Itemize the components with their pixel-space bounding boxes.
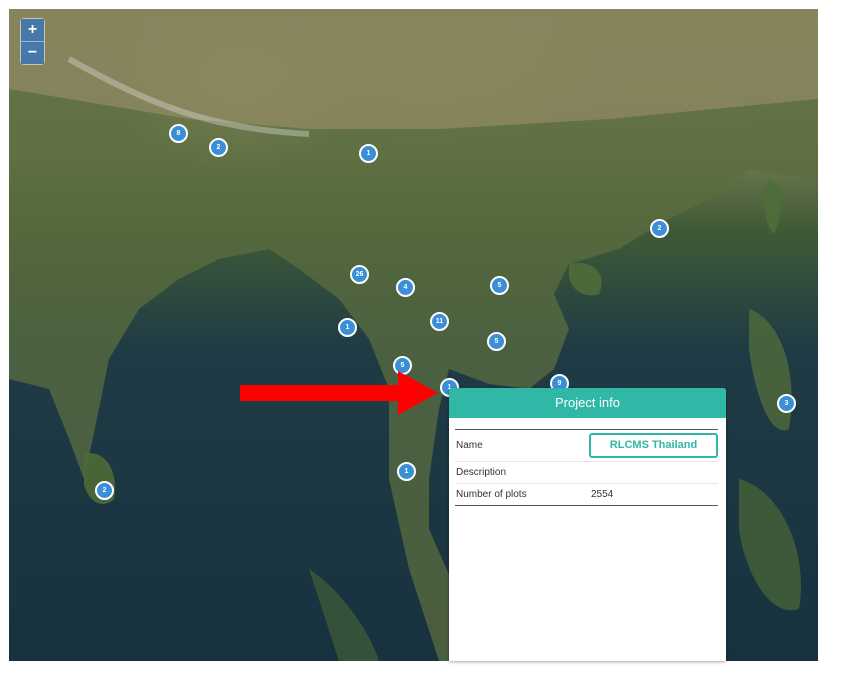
project-name-label: Name	[456, 440, 483, 451]
plot-cluster-marker[interactable]: 1	[338, 318, 357, 337]
plot-cluster-marker[interactable]: 5	[490, 276, 509, 295]
project-plots-label: Number of plots	[456, 489, 527, 500]
plot-cluster-marker[interactable]: 4	[396, 278, 415, 297]
project-info-title: Project info	[449, 388, 726, 418]
project-description-label: Description	[456, 467, 507, 478]
red-arrow-icon	[240, 371, 438, 415]
plot-cluster-marker[interactable]: 26	[350, 265, 369, 284]
zoom-control: + −	[21, 19, 44, 64]
project-info-table: Name RLCMS Thailand Description Number o…	[455, 429, 718, 506]
project-name-row: Name RLCMS Thailand	[455, 430, 718, 462]
plot-cluster-marker[interactable]: 3	[777, 394, 796, 413]
plot-cluster-marker[interactable]: 1	[397, 462, 416, 481]
plot-cluster-marker[interactable]: 2	[95, 481, 114, 500]
plot-cluster-marker[interactable]: 5	[487, 332, 506, 351]
zoom-out-button[interactable]: −	[21, 41, 44, 64]
plot-cluster-marker[interactable]: 2	[650, 219, 669, 238]
plot-cluster-marker[interactable]: 1	[359, 144, 378, 163]
plot-cluster-marker[interactable]: 11	[430, 312, 449, 331]
project-name-button[interactable]: RLCMS Thailand	[589, 433, 718, 458]
plot-cluster-marker[interactable]: 2	[209, 138, 228, 157]
project-plots-row: Number of plots 2554	[455, 484, 718, 505]
page: + − 8 2 1 2 26 4 5 11 1 5 5 1 9 3 1 2 Pr…	[0, 0, 842, 680]
project-name-value: RLCMS Thailand	[589, 433, 718, 458]
project-info-panel: Project info Name RLCMS Thailand Descrip…	[449, 388, 726, 661]
zoom-in-button[interactable]: +	[21, 19, 44, 41]
project-plots-value: 2554	[591, 489, 614, 500]
plot-cluster-marker[interactable]: 8	[169, 124, 188, 143]
project-description-row: Description	[455, 462, 718, 484]
